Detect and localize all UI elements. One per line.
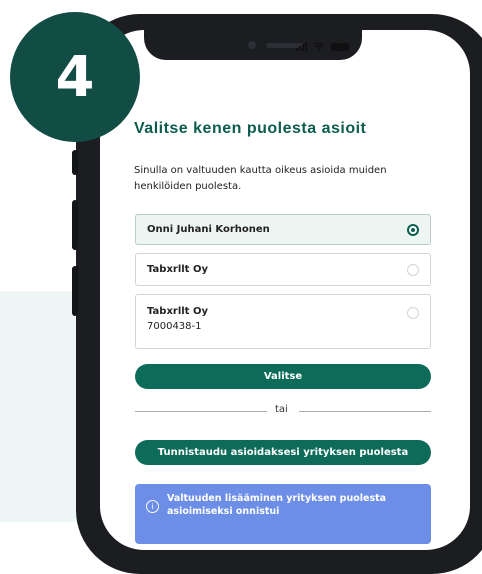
info-icon: i	[146, 500, 159, 513]
option-tabxrllt-oy[interactable]: Tabxrllt Oy	[135, 253, 431, 286]
radio-unselected-icon[interactable]	[407, 307, 419, 319]
option-name: Onni Juhani Korhonen	[147, 224, 270, 235]
camera-icon	[248, 41, 256, 49]
option-onni-juhani-korhonen[interactable]: Onni Juhani Korhonen	[135, 214, 431, 245]
option-name: Tabxrllt Oy	[147, 264, 208, 275]
phone-screen	[100, 30, 470, 550]
phone-volume-up-button	[72, 200, 78, 250]
battery-icon	[331, 43, 349, 51]
radio-unselected-icon[interactable]	[407, 264, 419, 276]
page-header: Valitse kenen puolesta asioit	[134, 120, 432, 138]
page-description: Sinulla on valtuuden kautta oikeus asioi…	[134, 165, 387, 192]
divider-label: tai	[275, 404, 288, 415]
or-divider: tai	[135, 404, 431, 418]
select-button[interactable]: Valitse	[135, 364, 431, 389]
company-auth-button[interactable]: Tunnistaudu asioidaksesi yrityksen puole…	[135, 440, 431, 465]
phone-side-button	[72, 150, 78, 175]
radio-selected-icon[interactable]	[407, 224, 419, 236]
step-badge: 4	[10, 12, 140, 142]
notice-message: Valtuuden lisääminen yrityksen puolesta …	[167, 493, 387, 517]
divider-line-left	[135, 411, 267, 412]
status-bar	[296, 41, 349, 51]
signal-icon	[296, 41, 307, 51]
option-tabxrllt-oy-with-code[interactable]: Tabxrllt Oy 7000438-1	[135, 294, 431, 349]
divider-line-right	[299, 411, 431, 412]
option-name: Tabxrllt Oy	[147, 306, 208, 317]
business-id: 7000438-1	[147, 321, 202, 332]
phone-volume-down-button	[72, 266, 78, 316]
success-notice: i Valtuuden lisääminen yrityksen puolest…	[135, 484, 431, 544]
wifi-icon	[313, 42, 325, 51]
page-title: Valitse kenen puolesta asioit	[134, 120, 367, 137]
